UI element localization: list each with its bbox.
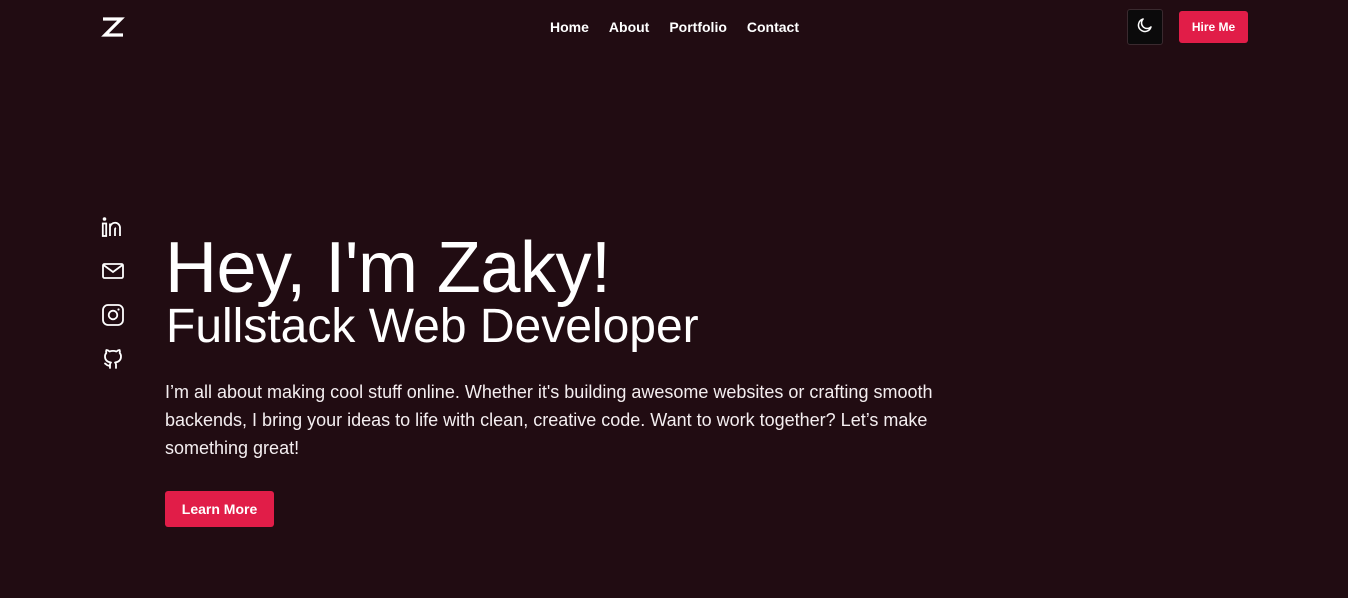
nav-about-link[interactable]: About	[609, 17, 649, 37]
z-logo-icon[interactable]	[101, 16, 125, 38]
nav-portfolio-link[interactable]: Portfolio	[669, 17, 727, 37]
hire-me-button[interactable]: Hire Me	[1179, 11, 1248, 43]
page: Home About Portfolio Contact Hire Me Hey…	[0, 0, 1348, 598]
hero-description: I’m all about making cool stuff online. …	[165, 382, 933, 458]
hero-title: Hey, I'm Zaky!	[165, 228, 611, 308]
nav-contact-link[interactable]: Contact	[747, 17, 799, 37]
theme-toggle-button[interactable]	[1127, 9, 1163, 45]
hero-subtitle: Fullstack Web Developer	[166, 300, 699, 353]
instagram-icon[interactable]	[101, 303, 125, 327]
moon-icon	[1136, 16, 1154, 39]
github-icon[interactable]	[101, 347, 125, 371]
main-nav: Home About Portfolio Contact	[550, 17, 799, 37]
nav-home-link[interactable]: Home	[550, 17, 589, 37]
linkedin-icon[interactable]	[101, 215, 125, 239]
mail-icon[interactable]	[101, 259, 125, 283]
learn-more-button[interactable]: Learn More	[165, 491, 274, 527]
